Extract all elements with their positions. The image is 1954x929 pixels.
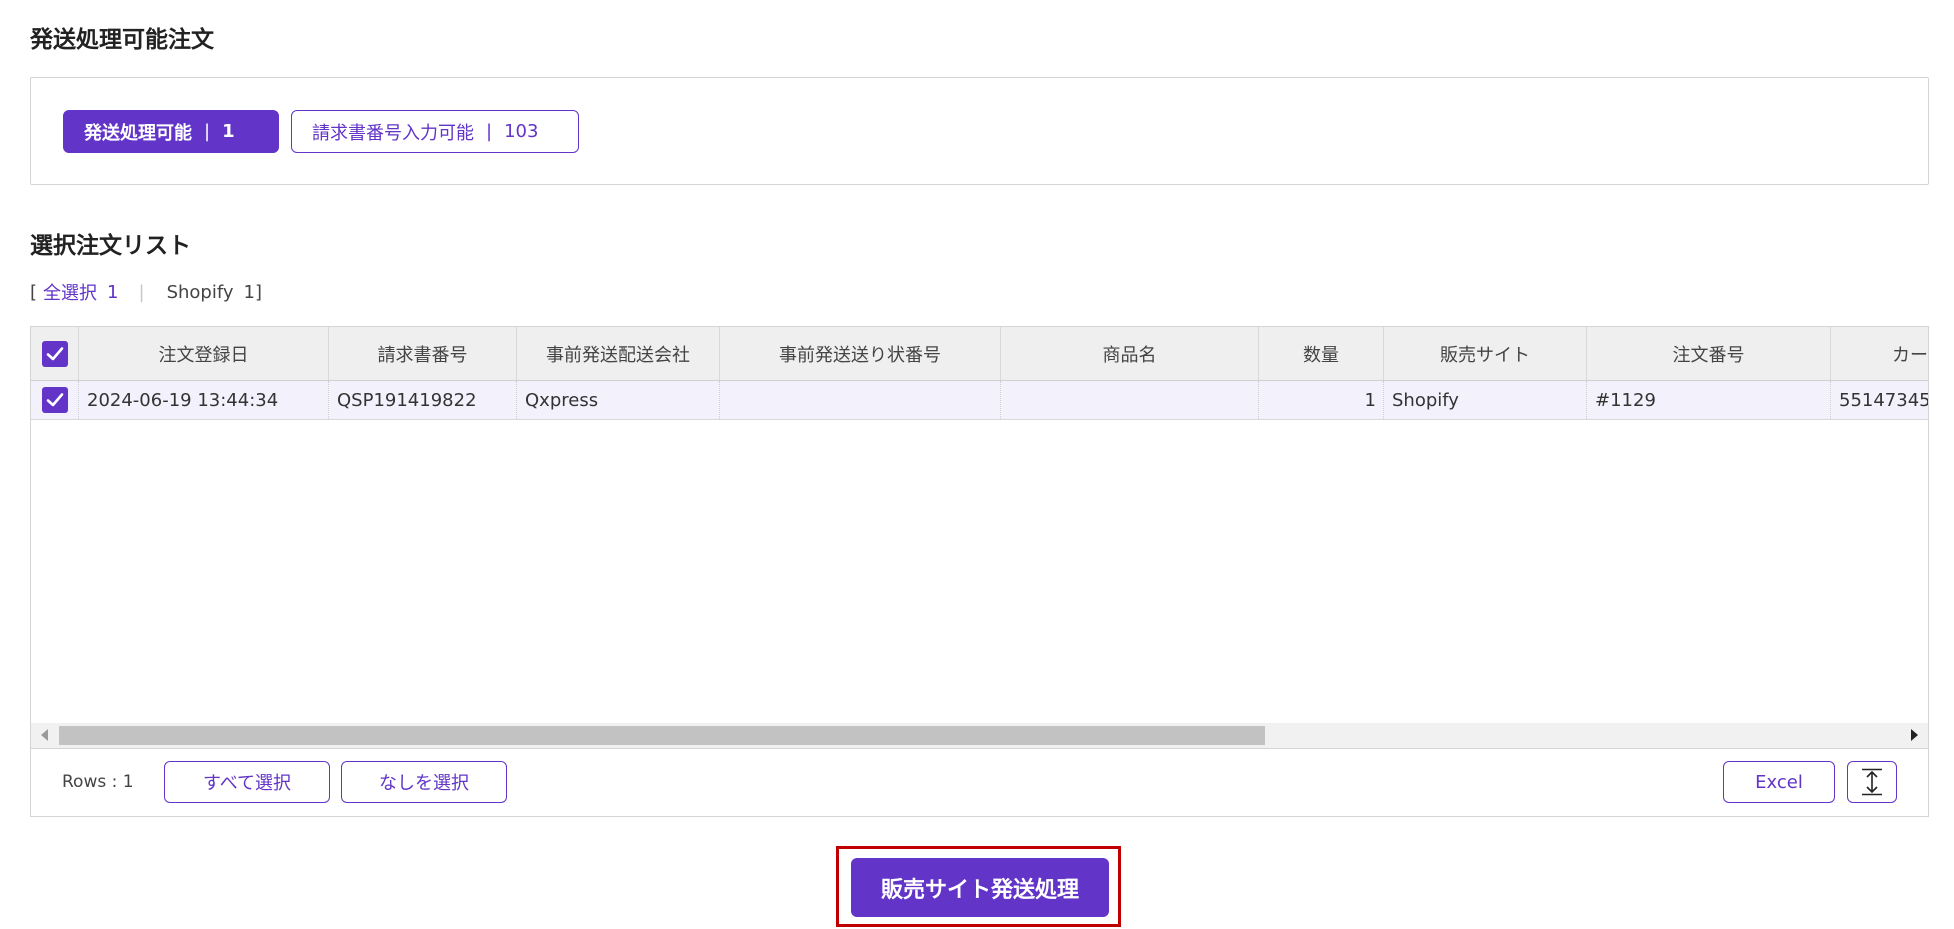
- site-filter-count: 1: [243, 281, 255, 303]
- highlight-frame: 販売サイト発送処理: [836, 846, 1121, 927]
- select-all-checkbox[interactable]: [41, 340, 68, 367]
- cell-pre-ship-tracking[interactable]: [720, 381, 1001, 419]
- checkmark-icon: [46, 346, 63, 360]
- column-header-sales-site[interactable]: 販売サイト: [1384, 327, 1587, 380]
- bracket-open: [: [30, 281, 38, 303]
- column-header-order-number[interactable]: 注文番号: [1587, 327, 1831, 380]
- scroll-right-arrow-icon[interactable]: [1911, 729, 1918, 741]
- selection-summary: [ 全選択 1 | Shopify 1 ]: [30, 279, 262, 305]
- cell-product-name[interactable]: [1001, 381, 1259, 419]
- column-header-product-name[interactable]: 商品名: [1001, 327, 1259, 380]
- row-checkbox-cell[interactable]: [31, 381, 79, 419]
- filter-tab-invoice-input[interactable]: 請求書番号入力可能 | 103: [291, 110, 579, 153]
- checkmark-icon: [46, 393, 63, 407]
- select-all-button[interactable]: すべて選択: [164, 761, 330, 803]
- excel-export-button[interactable]: Excel: [1723, 761, 1835, 803]
- column-header-order-date[interactable]: 注文登録日: [79, 327, 329, 380]
- select-all-count: 1: [107, 281, 119, 303]
- column-header-pre-ship-carrier[interactable]: 事前発送配送会社: [517, 327, 720, 380]
- cell-card[interactable]: 55147345: [1831, 381, 1928, 419]
- expand-vertical-icon: [1862, 768, 1882, 796]
- rows-count-label: Rows : 1: [62, 772, 134, 792]
- grid-header: 注文登録日 請求書番号 事前発送配送会社 事前発送送り状番号 商品名 数量 販売…: [31, 327, 1928, 381]
- grid-footer: Rows : 1 すべて選択 なしを選択 Excel: [31, 748, 1928, 816]
- column-header-card[interactable]: カー: [1831, 327, 1928, 380]
- select-none-button[interactable]: なしを選択: [341, 761, 507, 803]
- section-title-selected-orders: 選択注文リスト: [30, 233, 191, 259]
- filter-tab-shippable[interactable]: 発送処理可能 | 1: [63, 110, 279, 153]
- horizontal-scrollbar[interactable]: [31, 723, 1928, 748]
- section-title-shippable-orders: 発送処理可能注文: [30, 27, 214, 53]
- cell-sales-site[interactable]: Shopify: [1384, 381, 1587, 419]
- cell-order-number[interactable]: #1129: [1587, 381, 1831, 419]
- filter-tab-count: 1: [222, 121, 235, 142]
- table-row[interactable]: 2024-06-19 13:44:34 QSP191419822 Qxpress…: [31, 381, 1928, 420]
- cell-invoice-number[interactable]: QSP191419822: [329, 381, 517, 419]
- filter-tab-label: 発送処理可能: [84, 122, 192, 144]
- column-header-pre-ship-tracking[interactable]: 事前発送送り状番号: [720, 327, 1001, 380]
- cell-order-date[interactable]: 2024-06-19 13:44:34: [79, 381, 329, 419]
- scrollbar-thumb[interactable]: [59, 726, 1265, 745]
- filter-tab-count: 103: [504, 121, 539, 142]
- select-all-link[interactable]: 全選択: [43, 279, 97, 305]
- cell-quantity[interactable]: 1: [1259, 381, 1384, 419]
- header-checkbox-cell[interactable]: [31, 327, 79, 380]
- sales-site-ship-button[interactable]: 販売サイト発送処理: [851, 858, 1109, 917]
- cell-pre-ship-carrier[interactable]: Qxpress: [517, 381, 720, 419]
- column-header-invoice-number[interactable]: 請求書番号: [329, 327, 517, 380]
- filter-tab-container: 発送処理可能 | 1 請求書番号入力可能 | 103: [30, 77, 1929, 185]
- summary-divider: |: [138, 281, 145, 303]
- filter-tab-label: 請求書番号入力可能: [312, 122, 474, 144]
- column-header-quantity[interactable]: 数量: [1259, 327, 1384, 380]
- row-checkbox[interactable]: [41, 387, 68, 413]
- scroll-left-arrow-icon[interactable]: [41, 729, 48, 741]
- resize-grid-button[interactable]: [1847, 761, 1897, 803]
- filter-separator: |: [486, 121, 493, 142]
- order-grid: 注文登録日 請求書番号 事前発送配送会社 事前発送送り状番号 商品名 数量 販売…: [30, 326, 1929, 817]
- site-filter-shopify[interactable]: Shopify: [167, 282, 234, 303]
- bracket-close: ]: [254, 281, 262, 303]
- filter-separator: |: [204, 121, 211, 142]
